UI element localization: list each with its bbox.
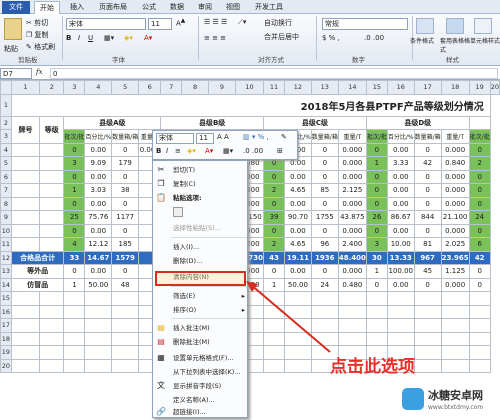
callout-text: 点击此选项 (330, 357, 415, 377)
watermark: 冰糖安卓网 www.btxtdmy.com (400, 384, 500, 420)
watermark-brand: 冰糖安卓网 (428, 389, 483, 402)
arrow-line (249, 283, 331, 353)
annotation-arrow (246, 281, 331, 353)
watermark-logo-icon (402, 388, 424, 410)
watermark-url: www.btxtdmy.com (428, 404, 484, 411)
